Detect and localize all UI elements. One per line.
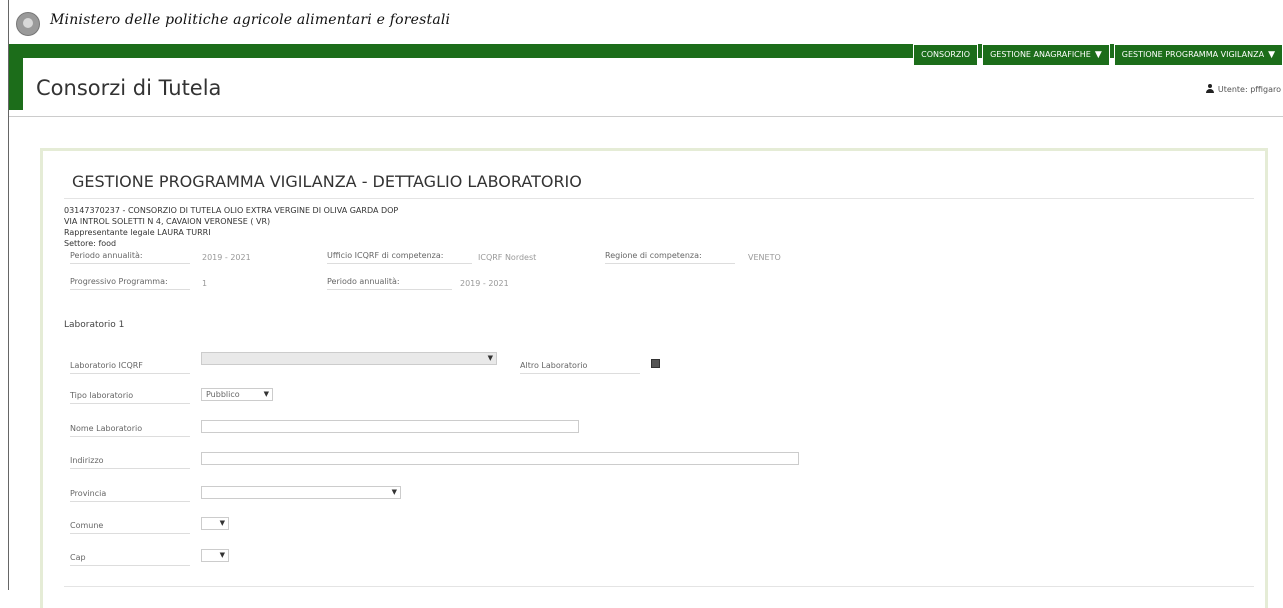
- chevron-down-icon: ▼: [1094, 50, 1102, 60]
- ufficio-label: Ufficio ICQRF di competenza:: [327, 251, 472, 264]
- lab-icqrf-select[interactable]: ▼: [201, 352, 497, 365]
- legal-rep-line: Rappresentante legale LAURA TURRI: [64, 228, 211, 237]
- header-divider: [9, 116, 1283, 117]
- menu-consorzio-label: CONSORZIO: [921, 50, 971, 59]
- indirizzo-input[interactable]: [201, 452, 799, 465]
- cap-label: Cap: [70, 553, 190, 566]
- chevron-down-icon: ▼: [1268, 50, 1275, 60]
- dropdown-arrow-icon: ▼: [219, 551, 225, 559]
- provincia-label: Provincia: [70, 489, 190, 502]
- provincia-select[interactable]: ▼: [201, 486, 401, 499]
- ministry-name: Ministero delle politiche agricole alime…: [50, 12, 451, 28]
- nome-input[interactable]: [201, 420, 579, 433]
- dropdown-arrow-icon: ▼: [263, 390, 269, 398]
- altro-label: Altro Laboratorio: [520, 361, 640, 374]
- app-title: Consorzi di Tutela: [36, 76, 222, 100]
- menu-gestione-anagrafiche[interactable]: GESTIONE ANAGRAFICHE ▼: [982, 44, 1110, 66]
- menu-gestione-programma-vigilanza[interactable]: GESTIONE PROGRAMMA VIGILANZA ▼: [1113, 44, 1283, 66]
- comune-label: Comune: [70, 521, 190, 534]
- ufficio-value: ICQRF Nordest: [478, 253, 537, 262]
- comune-select[interactable]: ▼: [201, 517, 229, 530]
- indirizzo-label: Indirizzo: [70, 456, 190, 469]
- menu-gestione-programma-vigilanza-label: GESTIONE PROGRAMMA VIGILANZA: [1121, 50, 1265, 59]
- user-info[interactable]: Utente: pffigaro: [1205, 84, 1281, 94]
- dropdown-arrow-icon: ▼: [219, 519, 225, 527]
- lab-icqrf-label: Laboratorio ICQRF: [70, 361, 190, 374]
- periodo-value: 2019 - 2021: [202, 253, 251, 262]
- tipo-value: Pubblico: [206, 390, 240, 399]
- periodo2-label: Periodo annualità:: [327, 277, 452, 290]
- menu-gestione-anagrafiche-label: GESTIONE ANAGRAFICHE: [990, 50, 1091, 59]
- main-menu: CONSORZIO GESTIONE ANAGRAFICHE ▼ GESTIONE…: [909, 44, 1283, 66]
- regione-value: VENETO: [748, 253, 781, 262]
- regione-label: Regione di competenza:: [605, 251, 735, 264]
- periodo-label: Periodo annualità:: [70, 251, 190, 264]
- laboratory-section-title: Laboratorio 1: [64, 320, 125, 330]
- menu-consorzio[interactable]: CONSORZIO: [913, 44, 979, 66]
- progressivo-value: 1: [202, 279, 208, 288]
- periodo2-value: 2019 - 2021: [460, 279, 509, 288]
- consortium-line: 03147370237 - CONSORZIO DI TUTELA OLIO E…: [64, 206, 399, 215]
- sector-line: Settore: food: [64, 239, 117, 248]
- address-line: VIA INTROL SOLETTI N 4, CAVAION VERONESE…: [64, 217, 271, 226]
- panel-divider: [64, 198, 1254, 199]
- tipo-select[interactable]: Pubblico ▼: [201, 388, 273, 401]
- dropdown-arrow-icon: ▼: [487, 354, 493, 362]
- dropdown-arrow-icon: ▼: [391, 488, 397, 496]
- user-label: Utente: pffigaro: [1217, 85, 1281, 94]
- republic-emblem-icon: [16, 12, 40, 36]
- cap-select[interactable]: ▼: [201, 549, 229, 562]
- panel-bottom-divider: [64, 586, 1254, 587]
- page-title: GESTIONE PROGRAMMA VIGILANZA - DETTAGLIO…: [72, 172, 582, 191]
- nome-label: Nome Laboratorio: [70, 424, 190, 437]
- user-icon: [1205, 84, 1214, 93]
- altro-laboratorio-checkbox[interactable]: [651, 359, 660, 368]
- tipo-label: Tipo laboratorio: [70, 391, 190, 404]
- green-side-accent: [9, 44, 23, 110]
- progressivo-label: Progressivo Programma:: [70, 277, 190, 290]
